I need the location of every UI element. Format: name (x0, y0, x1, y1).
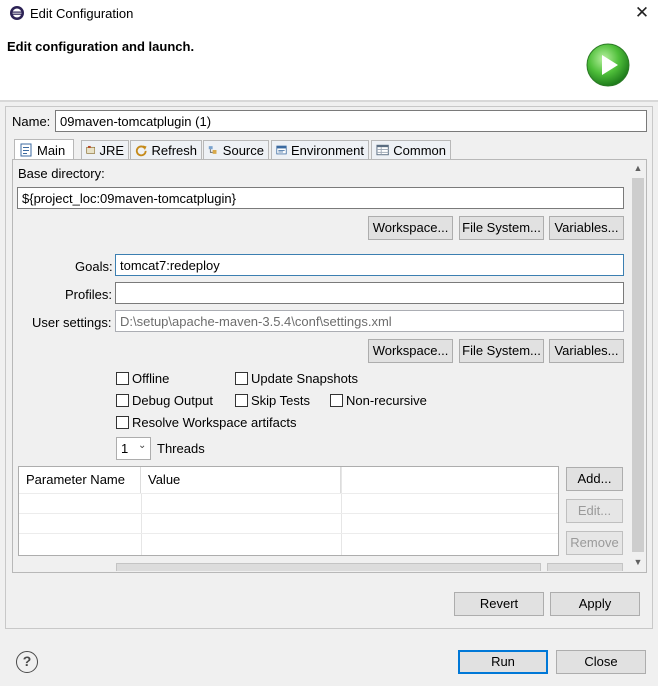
update-snapshots-checkbox[interactable] (235, 372, 248, 385)
header-message: Edit configuration and launch. (7, 39, 195, 54)
base-directory-input[interactable] (17, 187, 624, 209)
source-icon (208, 146, 217, 154)
column-header-parameter-name[interactable]: Parameter Name (19, 467, 141, 493)
name-label: Name: (12, 114, 51, 129)
file-system-button[interactable]: File System... (459, 339, 544, 363)
offline-checkbox[interactable] (116, 372, 129, 385)
tab-label: JRE (99, 142, 124, 158)
tab-label: Common (393, 142, 446, 158)
file-system-button[interactable]: File System... (459, 216, 544, 240)
threads-label: Threads (157, 441, 205, 456)
chevron-down-icon: ⌄ (138, 440, 147, 451)
row-divider (19, 513, 558, 514)
resolve-workspace-checkbox[interactable] (116, 416, 129, 429)
profiles-label: Profiles: (65, 287, 112, 302)
remove-parameter-button[interactable]: Remove (566, 531, 623, 555)
tab-label: Source (222, 142, 264, 158)
variables-button[interactable]: Variables... (549, 339, 624, 363)
row-divider (19, 493, 558, 494)
window-title: Edit Configuration (30, 6, 134, 21)
workspace-button[interactable]: Workspace... (368, 216, 453, 240)
close-button[interactable]: Close (556, 650, 646, 674)
window-bottom-edge (0, 686, 658, 693)
threads-select[interactable]: 1 ⌄ (116, 437, 151, 460)
update-snapshots-label: Update Snapshots (251, 371, 358, 386)
base-directory-label: Base directory: (18, 166, 105, 181)
configuration-name-input[interactable] (55, 110, 647, 132)
skip-tests-label: Skip Tests (251, 393, 311, 408)
skip-tests-checkbox[interactable] (235, 394, 248, 407)
scrollbar-thumb[interactable] (632, 178, 644, 552)
threads-value: 1 (121, 441, 129, 456)
tab-refresh[interactable]: Refresh (130, 140, 202, 159)
main-tab-icon (20, 143, 32, 157)
tab-label: Environment (291, 142, 364, 158)
column-divider (141, 493, 142, 555)
close-window-icon[interactable]: ✕ (630, 2, 654, 24)
common-icon (376, 144, 389, 156)
user-settings-input[interactable] (115, 310, 624, 332)
non-recursive-checkbox[interactable] (330, 394, 343, 407)
debug-output-label: Debug Output (132, 393, 213, 408)
scroll-down-icon[interactable]: ▼ (630, 554, 646, 570)
column-header-value[interactable]: Value (141, 467, 341, 493)
apply-button[interactable]: Apply (550, 592, 640, 616)
offline-label: Offline (132, 371, 170, 386)
variables-button[interactable]: Variables... (549, 216, 624, 240)
tab-main[interactable]: Main (14, 139, 74, 160)
revert-button[interactable]: Revert (454, 592, 544, 616)
refresh-icon (135, 145, 147, 157)
goals-input[interactable] (115, 254, 624, 276)
clipped-control (116, 563, 541, 571)
profiles-input[interactable] (115, 282, 624, 304)
tab-source[interactable]: Source (203, 140, 269, 159)
run-button[interactable]: Run (458, 650, 548, 674)
clipped-control (547, 563, 623, 571)
tab-environment[interactable]: Environment (271, 140, 369, 159)
tab-jre[interactable]: JRE (81, 140, 129, 159)
eclipse-app-icon (10, 6, 24, 20)
resolve-workspace-label: Resolve Workspace artifacts (132, 415, 297, 430)
user-settings-label: User settings: (32, 315, 112, 330)
jre-icon (86, 145, 96, 154)
column-divider (341, 467, 342, 555)
scroll-up-icon[interactable]: ▲ (630, 160, 646, 176)
tab-common[interactable]: Common (371, 140, 451, 159)
tab-label: Main (37, 142, 66, 158)
goals-label: Goals: (75, 259, 113, 274)
row-divider (19, 533, 558, 534)
edit-parameter-button[interactable]: Edit... (566, 499, 623, 523)
tab-label: Refresh (151, 142, 197, 158)
workspace-button[interactable]: Workspace... (368, 339, 453, 363)
run-launch-icon (586, 43, 630, 87)
add-parameter-button[interactable]: Add... (566, 467, 623, 491)
help-icon[interactable]: ? (16, 651, 38, 673)
parameters-table[interactable]: Parameter Name Value (18, 466, 559, 556)
environment-icon (276, 145, 287, 155)
non-recursive-label: Non-recursive (346, 393, 427, 408)
debug-output-checkbox[interactable] (116, 394, 129, 407)
